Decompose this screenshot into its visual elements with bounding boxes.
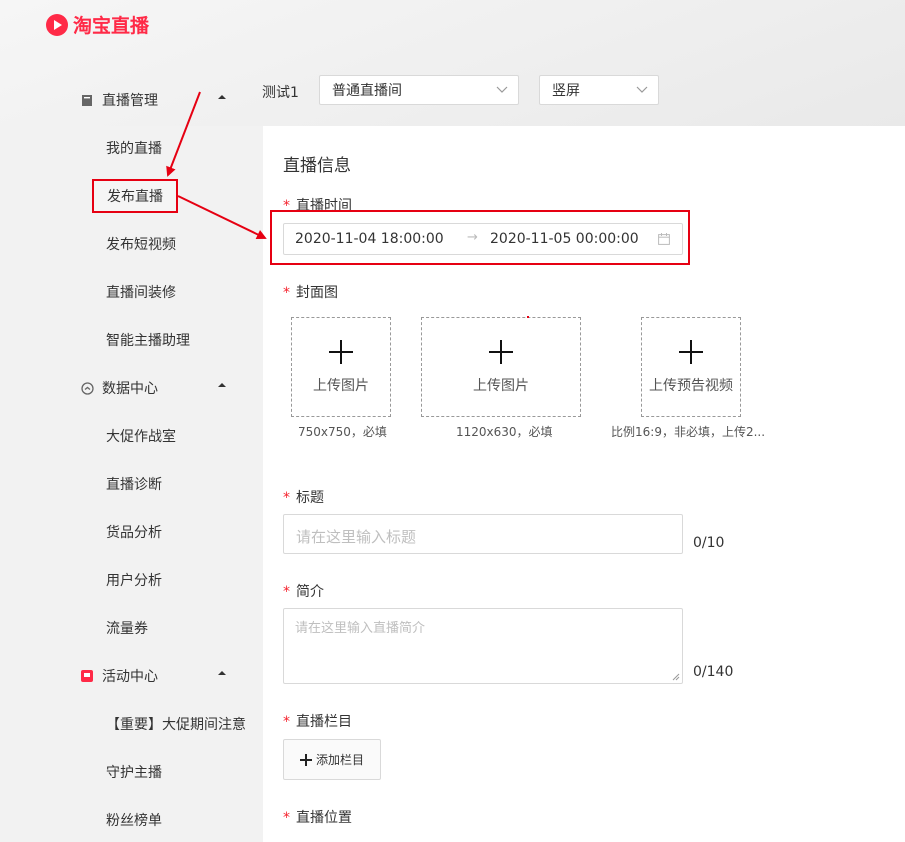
annotation-arrow-to-time xyxy=(178,196,265,238)
end-time-value: 2020-11-05 00:00:00 xyxy=(490,231,639,247)
sidebar-item-traffic-coupon[interactable]: 流量券 xyxy=(106,618,148,638)
title-input[interactable]: 请在这里输入标题 xyxy=(283,514,683,554)
room-type-value: 普通直播间 xyxy=(332,80,402,100)
plus-icon xyxy=(679,340,703,364)
chevron-down-icon xyxy=(636,86,648,94)
play-logo-icon xyxy=(46,14,68,36)
required-mark: * xyxy=(283,714,290,730)
upload-trailer-video[interactable]: 上传预告视频 xyxy=(641,317,741,417)
taobao-live-logo[interactable]: 淘宝直播 xyxy=(46,11,149,38)
upload-square-image[interactable]: 上传图片 xyxy=(291,317,391,417)
room-type-select[interactable]: 普通直播间 xyxy=(319,75,519,105)
sidebar-section-label: 直播管理 xyxy=(102,90,158,110)
plus-icon xyxy=(489,340,513,364)
sidebar-item-user-analysis[interactable]: 用户分析 xyxy=(106,570,162,590)
upload-label: 上传图片 xyxy=(422,375,580,395)
sidebar-item-goods-analysis[interactable]: 货品分析 xyxy=(106,522,162,542)
sidebar-section-label: 数据中心 xyxy=(102,378,158,398)
intro-placeholder: 请在这里输入直播简介 xyxy=(295,617,425,636)
plus-icon xyxy=(329,340,353,364)
sidebar-item-publish-live[interactable]: 发布直播 xyxy=(92,179,178,213)
upload-label: 上传图片 xyxy=(292,375,390,395)
account-label: 测试1 xyxy=(262,82,299,102)
sidebar-section-live-management[interactable]: 直播管理 xyxy=(80,88,240,112)
sidebar-item-guardian-anchor[interactable]: 守护主播 xyxy=(106,762,162,782)
required-mark: * xyxy=(283,810,290,826)
caret-up-icon xyxy=(218,381,226,389)
sidebar-item-smart-assistant[interactable]: 智能主播助理 xyxy=(106,330,190,350)
sidebar-item-room-decoration[interactable]: 直播间装修 xyxy=(106,282,176,302)
column-label: *直播栏目 xyxy=(283,711,352,731)
upload-hint: 750x750，必填 xyxy=(298,423,387,440)
orientation-value: 竖屏 xyxy=(552,80,580,100)
sidebar-section-activity-center[interactable]: 活动中心 xyxy=(80,664,240,688)
upload-hint: 比例16:9，非必填，上传2... xyxy=(611,423,765,440)
sidebar-section-data-center[interactable]: 数据中心 xyxy=(80,376,240,400)
upload-wide-image[interactable]: 上传图片 xyxy=(421,317,581,417)
title-label: *标题 xyxy=(283,487,324,507)
caret-up-icon xyxy=(218,93,226,101)
intro-label: *简介 xyxy=(283,581,324,601)
book-icon xyxy=(80,93,94,107)
required-mark: * xyxy=(283,285,290,301)
cover-label: *封面图 xyxy=(283,282,338,302)
section-title: 直播信息 xyxy=(283,151,351,176)
caret-up-icon xyxy=(218,669,226,677)
live-time-range-picker[interactable]: 2020-11-04 18:00:00 → 2020-11-05 00:00:0… xyxy=(283,223,683,255)
sidebar-item-fan-ranking[interactable]: 粉丝榜单 xyxy=(106,810,162,830)
title-placeholder: 请在这里输入标题 xyxy=(296,526,416,547)
range-arrow: → xyxy=(467,230,478,245)
calendar-icon xyxy=(658,233,670,245)
orientation-select[interactable]: 竖屏 xyxy=(539,75,659,105)
sidebar-item-promo-war-room[interactable]: 大促作战室 xyxy=(106,426,176,446)
plus-icon xyxy=(300,754,312,766)
sidebar-item-promo-notice[interactable]: 【重要】大促期间注意 xyxy=(106,714,246,734)
resize-handle-icon[interactable] xyxy=(672,673,680,681)
upload-label: 上传预告视频 xyxy=(642,375,740,395)
start-time-value: 2020-11-04 18:00:00 xyxy=(295,231,444,247)
activity-icon xyxy=(80,669,94,683)
gauge-icon xyxy=(80,381,94,395)
required-mark: * xyxy=(283,490,290,506)
chevron-down-icon xyxy=(496,86,508,94)
upload-hint: 1120x630，必填 xyxy=(456,423,553,440)
sidebar-section-label: 活动中心 xyxy=(102,666,158,686)
intro-char-count: 0/140 xyxy=(693,664,733,680)
add-column-label: 添加栏目 xyxy=(316,751,364,768)
intro-textarea[interactable]: 请在这里输入直播简介 xyxy=(283,608,683,684)
sidebar-item-publish-short-video[interactable]: 发布短视频 xyxy=(106,234,176,254)
add-column-button[interactable]: 添加栏目 xyxy=(283,739,381,780)
sidebar-item-my-live[interactable]: 我的直播 xyxy=(106,138,162,158)
decorative-dot xyxy=(527,316,529,318)
title-char-count: 0/10 xyxy=(693,535,724,551)
location-label: *直播位置 xyxy=(283,807,352,827)
sidebar-item-live-diagnosis[interactable]: 直播诊断 xyxy=(106,474,162,494)
logo-text: 淘宝直播 xyxy=(73,11,149,38)
required-mark: * xyxy=(283,584,290,600)
